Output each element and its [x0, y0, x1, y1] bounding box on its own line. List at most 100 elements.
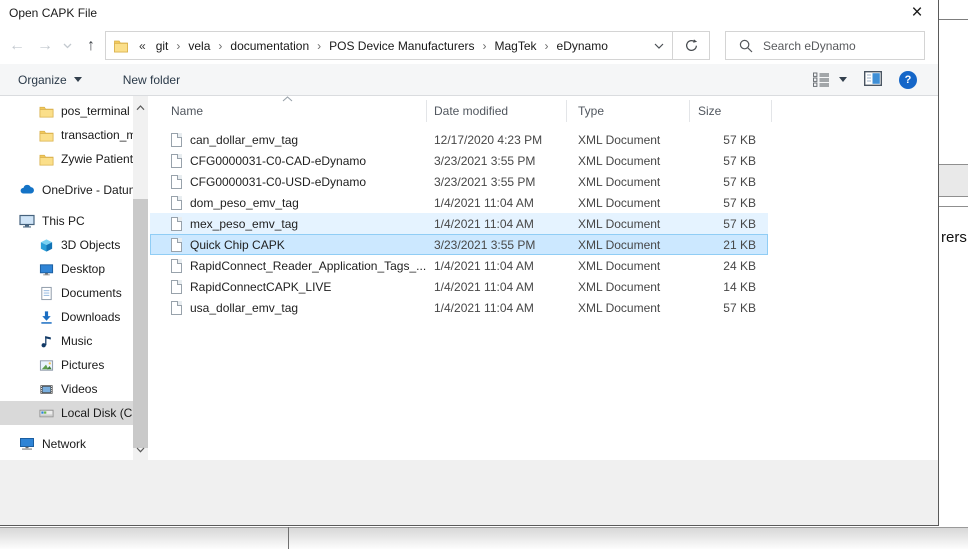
- close-icon[interactable]: ×: [900, 0, 934, 26]
- file-row-selected[interactable]: Quick Chip CAPK 3/23/2021 3:55 PM XML Do…: [150, 234, 768, 255]
- file-name: mex_peso_emv_tag: [190, 216, 299, 231]
- sidebar-item-label: Local Disk (C:): [61, 406, 133, 420]
- search-input[interactable]: [763, 38, 924, 53]
- sidebar-item-this-pc[interactable]: This PC: [0, 209, 133, 233]
- scrollbar-thumb[interactable]: [133, 199, 148, 448]
- sidebar-scrollbar[interactable]: [133, 96, 148, 460]
- file-name: CFG0000031-C0-CAD-eDynamo: [190, 153, 367, 168]
- breadcrumb-item-edynamo[interactable]: eDynamo: [551, 39, 614, 53]
- sidebar-item-local-disk-c[interactable]: Local Disk (C:): [0, 401, 133, 425]
- file-rows: can_dollar_emv_tag 12/17/2020 4:23 PM XM…: [150, 129, 768, 318]
- column-header-size[interactable]: Size: [690, 100, 772, 122]
- sidebar-item-label: Downloads: [61, 310, 121, 324]
- sidebar-item-label: Network: [42, 437, 87, 451]
- navigation-bar: ← → ↑ « git › vela › documentation › POS…: [0, 28, 938, 64]
- file-date: 1/4/2021 11:04 AM: [434, 216, 534, 231]
- preview-pane-button[interactable]: [863, 70, 883, 89]
- file-row-hovered[interactable]: mex_peso_emv_tag 1/4/2021 11:04 AM XML D…: [150, 213, 768, 234]
- column-header-type[interactable]: Type: [567, 100, 690, 122]
- sidebar-item-pictures[interactable]: Pictures: [0, 353, 133, 377]
- dialog-title: Open CAPK File: [9, 6, 98, 20]
- column-header-date-modified[interactable]: Date modified: [427, 100, 567, 122]
- breadcrumb-item-vela[interactable]: vela: [182, 39, 216, 53]
- sidebar-item-label: pos_terminal: [61, 104, 130, 118]
- sidebar-item-music[interactable]: Music: [0, 329, 133, 353]
- address-dropdown-chevron-icon[interactable]: [646, 32, 672, 59]
- file-date: 1/4/2021 11:04 AM: [434, 300, 534, 315]
- breadcrumb-separator-icon: ›: [544, 38, 549, 53]
- file-type: XML Document: [578, 258, 661, 273]
- folder-icon: [113, 38, 129, 54]
- scroll-down-icon[interactable]: [136, 446, 145, 454]
- sidebar-item-desktop[interactable]: Desktop: [0, 257, 133, 281]
- help-icon[interactable]: ?: [899, 70, 917, 89]
- new-folder-button[interactable]: New folder: [123, 73, 180, 87]
- sidebar-item-label: Zywie Patient fil: [61, 152, 133, 166]
- sidebar-item-zywie-patient[interactable]: Zywie Patient fil: [0, 147, 133, 171]
- up-icon[interactable]: ↑: [78, 34, 104, 58]
- breadcrumb-separator-icon: ›: [317, 38, 322, 53]
- scroll-up-icon[interactable]: [136, 104, 145, 112]
- file-size: 57 KB: [723, 174, 756, 189]
- file-row[interactable]: RapidConnect_Reader_Application_Tags_...…: [150, 255, 768, 276]
- recent-locations-chevron-icon[interactable]: [58, 34, 76, 58]
- xml-file-icon: [171, 132, 182, 147]
- dialog-footer: File name: CAPK files (*.xml Open Cancel: [0, 460, 938, 525]
- breadcrumb-item-git[interactable]: git: [150, 39, 175, 53]
- refresh-icon[interactable]: [672, 32, 709, 59]
- xml-file-icon: [171, 153, 182, 168]
- xml-file-icon: [171, 174, 182, 189]
- column-header-name[interactable]: Name: [150, 100, 427, 122]
- file-row[interactable]: RapidConnectCAPK_LIVE 1/4/2021 11:04 AM …: [150, 276, 768, 297]
- breadcrumb-item-documentation[interactable]: documentation: [224, 39, 315, 53]
- file-date: 1/4/2021 11:04 AM: [434, 195, 534, 210]
- file-size: 24 KB: [723, 258, 756, 273]
- sidebar-item-downloads[interactable]: Downloads: [0, 305, 133, 329]
- breadcrumb-separator-icon: ›: [482, 38, 487, 53]
- preview-pane-icon: [863, 70, 883, 86]
- sidebar-item-onedrive[interactable]: OneDrive - Datum: [0, 178, 133, 202]
- file-row[interactable]: usa_dollar_emv_tag 1/4/2021 11:04 AM XML…: [150, 297, 768, 318]
- file-row[interactable]: dom_peso_emv_tag 1/4/2021 11:04 AM XML D…: [150, 192, 768, 213]
- file-name: RapidConnectCAPK_LIVE: [190, 279, 332, 294]
- search-icon: [739, 39, 753, 52]
- sidebar-item-3d-objects[interactable]: 3D Objects: [0, 233, 133, 257]
- xml-file-icon: [171, 258, 182, 273]
- videos-icon: [38, 382, 54, 397]
- file-row[interactable]: CFG0000031-C0-USD-eDynamo 3/23/2021 3:55…: [150, 171, 768, 192]
- back-icon[interactable]: ←: [4, 34, 30, 58]
- xml-file-icon: [171, 216, 182, 231]
- background-window-toolbar-fragment: [939, 164, 968, 197]
- sidebar-item-documents[interactable]: Documents: [0, 281, 133, 305]
- sidebar-item-network[interactable]: Network: [0, 432, 133, 456]
- command-toolbar: Organize New folder ?: [0, 64, 938, 96]
- sidebar-item-videos[interactable]: Videos: [0, 377, 133, 401]
- xml-file-icon: [171, 237, 182, 252]
- file-date: 3/23/2021 3:55 PM: [434, 174, 536, 189]
- breadcrumb-overflow-icon[interactable]: «: [135, 39, 150, 53]
- background-window-edge: [939, 19, 968, 20]
- details-view-icon: [813, 72, 829, 87]
- file-row[interactable]: can_dollar_emv_tag 12/17/2020 4:23 PM XM…: [150, 129, 768, 150]
- desktop-icon: [38, 262, 54, 277]
- file-list: Name Date modified Type Size can_dollar_…: [148, 96, 938, 460]
- sidebar-item-label: Videos: [61, 382, 98, 396]
- file-date: 3/23/2021 3:55 PM: [434, 153, 536, 168]
- breadcrumb-item-pos-device-manufacturers[interactable]: POS Device Manufacturers: [323, 39, 480, 53]
- file-size: 21 KB: [723, 237, 756, 252]
- sidebar-item-label: OneDrive - Datum: [42, 183, 133, 197]
- sidebar-item-transaction-mar[interactable]: transaction_mar: [0, 123, 133, 147]
- breadcrumb-separator-icon: ›: [218, 38, 223, 53]
- file-row[interactable]: CFG0000031-C0-CAD-eDynamo 3/23/2021 3:55…: [150, 150, 768, 171]
- breadcrumb-item-magtek[interactable]: MagTek: [489, 39, 543, 53]
- file-type: XML Document: [578, 174, 661, 189]
- sidebar-item-pos-terminal[interactable]: pos_terminal: [0, 99, 133, 123]
- forward-icon[interactable]: →: [32, 34, 58, 58]
- xml-file-icon: [171, 300, 182, 315]
- computer-icon: [19, 213, 35, 229]
- organize-button[interactable]: Organize: [18, 73, 82, 87]
- title-bar: Open CAPK File ×: [0, 0, 938, 28]
- music-icon: [38, 334, 54, 349]
- file-size: 57 KB: [723, 132, 756, 147]
- view-mode-button[interactable]: [813, 72, 847, 87]
